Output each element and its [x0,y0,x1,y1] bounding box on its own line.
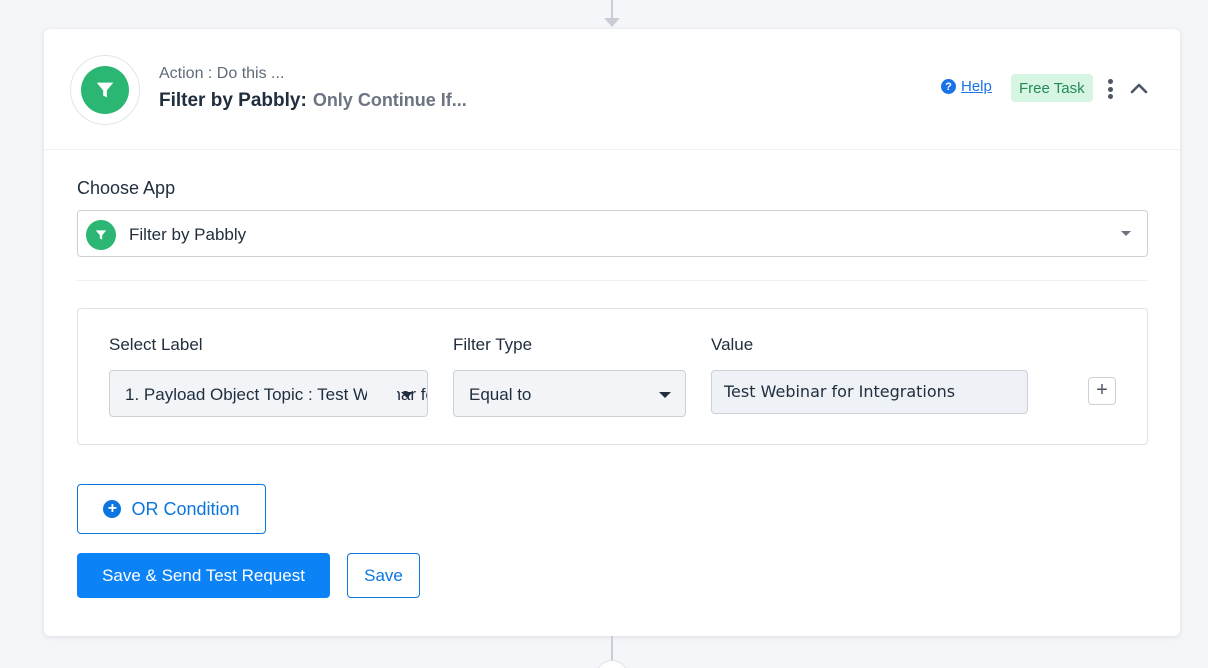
selected-app-value: Filter by Pabbly [129,225,247,244]
app-logo [70,55,140,125]
filter-type-heading: Filter Type [453,335,533,354]
step-event-name: Only Continue If... [312,90,467,110]
value-input[interactable]: Test Webinar for Integrations [711,370,1028,414]
action-step-card: Action : Do this ... Filter by Pabbly: On… [44,29,1180,636]
add-condition-button[interactable]: + [1088,377,1116,405]
add-step-node[interactable] [596,660,628,668]
step-title: Filter by Pabbly: Only Continue If... [159,90,467,112]
flow-arrow-icon [604,18,620,27]
choose-app-label: Choose App [77,178,176,198]
more-options-icon[interactable] [1103,77,1117,101]
value-heading: Value [711,335,754,354]
action-step-header: Action : Do this ... Filter by Pabbly: On… [44,29,1180,150]
free-task-badge: Free Task [1011,74,1093,102]
save-send-test-button[interactable]: Save & Send Test Request [77,553,330,598]
help-label: Help [961,78,992,95]
select-label-dropdown[interactable]: 1. Payload Object Topic : Test Webinar f… [109,370,428,417]
filter-type-dropdown[interactable]: Equal to [453,370,686,417]
chevron-down-icon [659,392,671,398]
collapse-chevron-up-icon[interactable] [1129,79,1149,99]
section-divider [77,280,1148,281]
or-condition-label: OR Condition [131,498,240,519]
filter-condition-group: Select Label Filter Type Value 1. Payloa… [77,308,1148,445]
filter-type-value: Equal to [469,385,532,404]
filter-icon [81,66,129,114]
question-circle-icon: ? [941,79,956,94]
filter-icon [86,220,116,250]
save-button[interactable]: Save [347,553,420,598]
plus-circle-icon: + [103,500,122,518]
chevron-down-icon [1121,231,1131,236]
or-condition-button[interactable]: + OR Condition [77,484,266,534]
help-link[interactable]: ? Help [941,78,992,95]
select-label-heading: Select Label [109,335,203,354]
chevron-down-icon [401,392,413,398]
step-subtitle: Action : Do this ... [159,65,285,82]
step-app-name: Filter by Pabbly: [159,90,307,111]
choose-app-select[interactable]: Filter by Pabbly [77,210,1148,257]
